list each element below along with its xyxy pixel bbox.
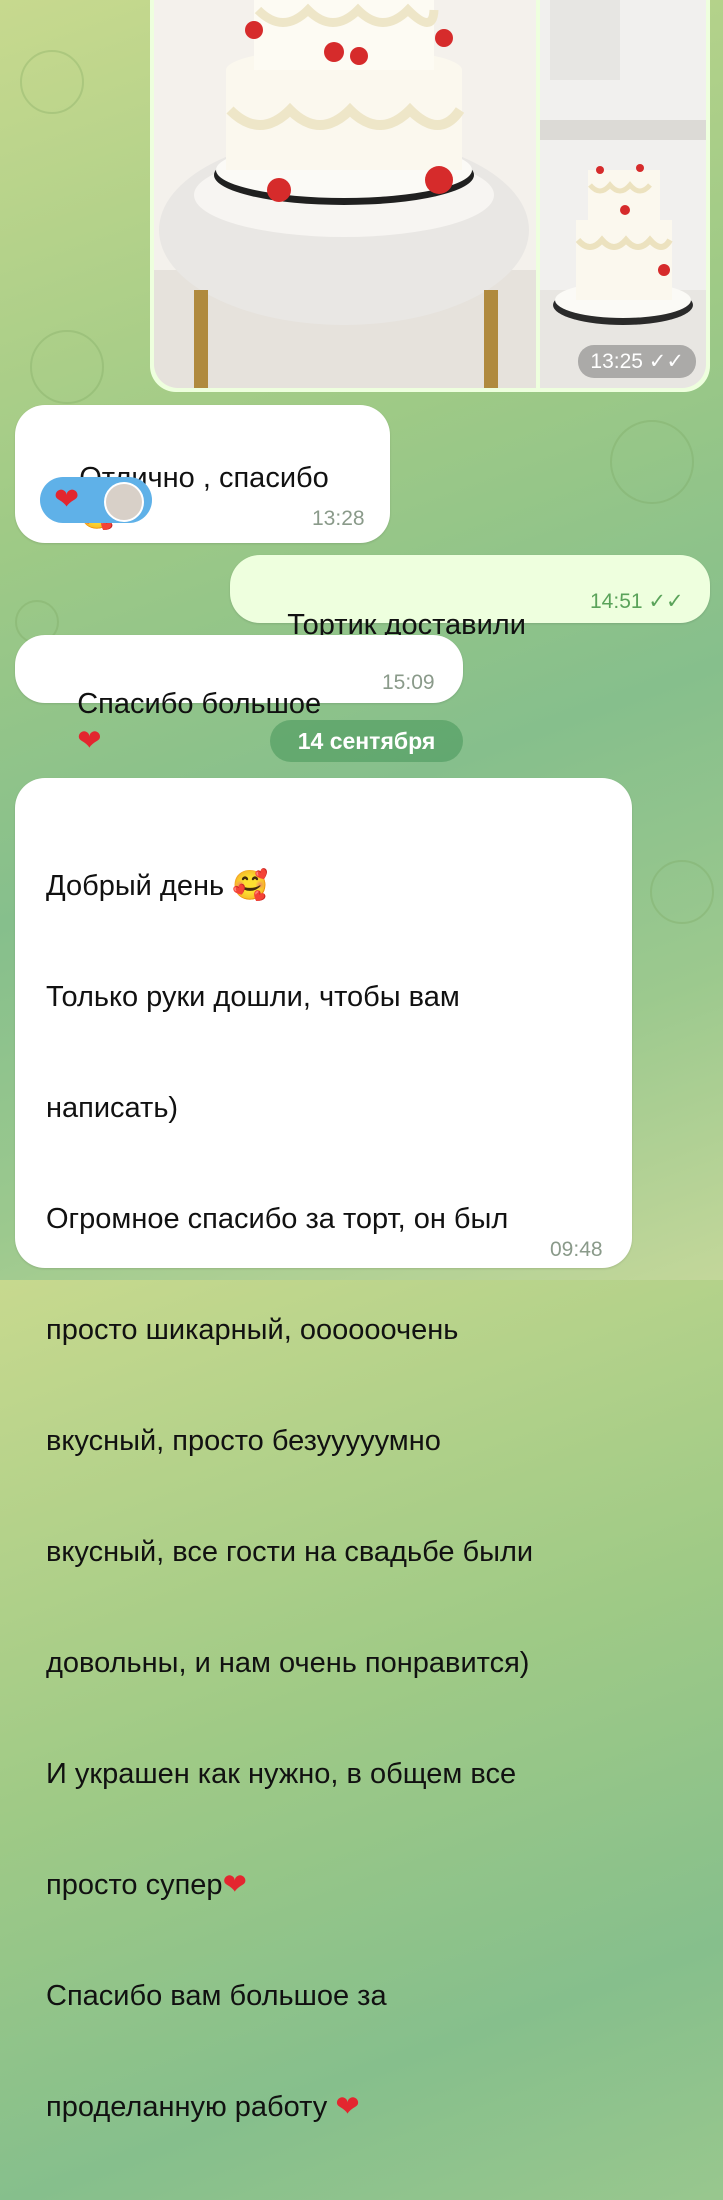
cake-photo-large[interactable] xyxy=(154,0,536,388)
message-time: 13:28 xyxy=(312,507,365,530)
date-separator: 14 сентября xyxy=(270,720,463,762)
message-bubble-incoming[interactable]: Добрый день 🥰 Только руки дошли, чтобы в… xyxy=(15,778,632,2123)
message-bubble-outgoing[interactable]: Тортик доставили ❤ 14:51 ✓✓ xyxy=(230,555,710,678)
background-doodle xyxy=(20,50,84,114)
smiling-face-with-hearts-icon: 🥰 xyxy=(232,870,269,902)
message-text: Добрый день 🥰 Только руки дошли, чтобы в… xyxy=(46,870,534,2123)
background-doodle xyxy=(610,420,694,504)
heart-icon: ❤ xyxy=(335,2091,360,2123)
message-time: 14:51 ✓✓ xyxy=(590,590,684,613)
cake-photo-small[interactable] xyxy=(540,0,706,388)
message-time: 09:48 xyxy=(550,1238,603,1261)
heart-icon: ❤ xyxy=(77,725,102,757)
photo-album-message[interactable]: 13:25 ✓✓ xyxy=(150,0,710,392)
message-time: 15:09 xyxy=(382,671,435,694)
heart-reaction-icon: ❤ xyxy=(54,483,80,516)
photo-timestamp: 13:25 ✓✓ xyxy=(578,345,696,378)
double-check-icon: ✓✓ xyxy=(648,350,684,373)
avatar xyxy=(104,482,144,522)
reaction-badge[interactable]: ❤ xyxy=(40,477,152,523)
message-bubble-incoming[interactable]: Спасибо большое ❤ 15:09 xyxy=(15,635,463,757)
double-check-icon: ✓✓ xyxy=(648,590,684,613)
background-doodle xyxy=(650,860,714,924)
background-doodle xyxy=(30,330,104,404)
heart-icon: ❤ xyxy=(222,1869,247,1901)
